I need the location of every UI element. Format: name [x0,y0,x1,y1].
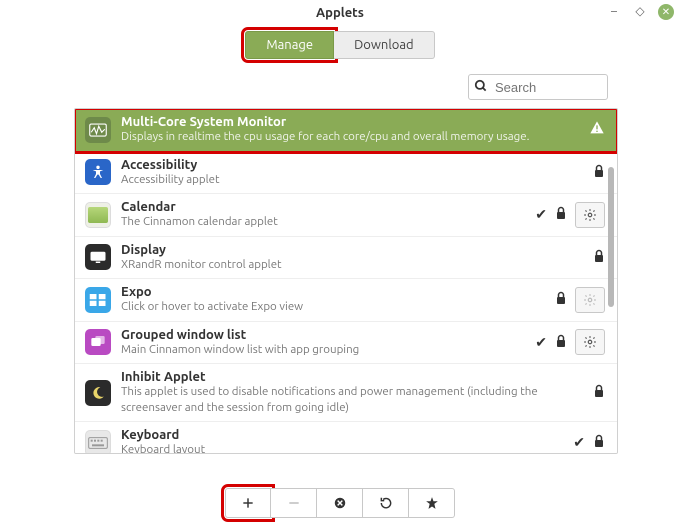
scrollbar[interactable] [608,167,614,437]
applet-row-expo[interactable]: Expo Click or hover to activate Expo vie… [75,279,617,322]
applet-row-grouped[interactable]: Grouped window list Main Cinnamon window… [75,322,617,365]
applet-desc: Click or hover to activate Expo view [121,299,545,315]
applet-row-calendar[interactable]: Calendar The Cinnamon calendar applet ✔ [75,194,617,237]
display-icon [85,244,111,270]
applet-row-keyboard[interactable]: Keyboard Keyboard layout ✔ [75,422,617,454]
remove-button[interactable] [271,488,317,518]
applet-status [593,249,605,266]
maximize-button[interactable]: ◇ [632,4,648,20]
applet-desc: The Cinnamon calendar applet [121,214,525,230]
check-icon: ✔ [535,206,547,223]
search-icon [474,79,488,96]
search-input-wrap [468,74,608,100]
applet-texts: Expo Click or hover to activate Expo vie… [121,285,545,315]
window-title: Applets [316,6,364,20]
applet-desc: Accessibility applet [121,172,583,188]
keyboard-icon [85,430,111,454]
lock-icon [555,334,567,351]
settings-button[interactable] [575,202,605,228]
accessibility-icon [85,159,111,185]
applet-list: Multi-Core System Monitor Displays in re… [74,108,618,454]
applet-row-accessibility[interactable]: Accessibility Accessibility applet [75,152,617,195]
search-input[interactable] [468,74,608,100]
applet-name: Calendar [121,200,525,214]
close-button[interactable]: ✕ [658,4,674,20]
lock-icon [555,206,567,223]
check-icon: ✔ [535,334,547,351]
window-controls: – ◇ ✕ [606,4,674,20]
applet-texts: Accessibility Accessibility applet [121,158,583,188]
applet-name: Inhibit Applet [121,370,583,384]
restore-button[interactable] [363,488,409,518]
applet-desc: Displays in realtime the cpu usage for e… [121,129,579,145]
applet-row-display[interactable]: Display XRandR monitor control applet [75,237,617,280]
applet-name: Keyboard [121,428,563,442]
applet-status: ✔ [535,329,605,355]
grouped-icon [85,329,111,355]
settings-button[interactable] [575,329,605,355]
applet-status [555,287,605,313]
applet-texts: Multi-Core System Monitor Displays in re… [121,115,579,145]
monitor-icon [85,117,111,143]
lock-icon [555,291,567,308]
titlebar: Applets – ◇ ✕ [0,0,680,26]
tab-bar: Manage Download [0,26,680,64]
applet-status [593,384,605,401]
lock-icon [593,249,605,266]
applet-name: Grouped window list [121,328,525,342]
tab-download[interactable]: Download [334,31,435,59]
applet-status [593,164,605,181]
applet-texts: Grouped window list Main Cinnamon window… [121,328,525,358]
applet-texts: Inhibit Applet This applet is used to di… [121,370,583,415]
applet-desc: Keyboard layout [121,442,563,454]
warning-icon [589,120,605,139]
lock-icon [593,384,605,401]
uninstall-button[interactable] [317,488,363,518]
search-bar [0,64,680,108]
applet-name: Display [121,243,583,257]
applet-texts: Keyboard Keyboard layout [121,428,563,454]
add-button[interactable] [225,488,271,518]
scrollbar-thumb[interactable] [608,167,614,307]
applet-row-inhibit[interactable]: Inhibit Applet This applet is used to di… [75,364,617,422]
action-group [225,488,455,518]
inhibit-icon [85,380,111,406]
check-icon: ✔ [573,434,585,451]
lock-icon [593,164,605,181]
settings-button[interactable] [575,287,605,313]
action-bar [0,477,680,529]
applet-status [589,120,605,139]
applet-desc: Main Cinnamon window list with app group… [121,342,525,358]
expo-icon [85,287,111,313]
applet-desc: This applet is used to disable notificat… [121,384,583,415]
about-button[interactable] [409,488,455,518]
applet-desc: XRandR monitor control applet [121,257,583,273]
calendar-icon [85,202,111,228]
applet-name: Accessibility [121,158,583,172]
lock-icon [593,434,605,451]
tab-manage[interactable]: Manage [245,31,334,59]
applet-row-multicore[interactable]: Multi-Core System Monitor Displays in re… [75,109,617,152]
applet-status: ✔ [573,434,605,451]
applet-status: ✔ [535,202,605,228]
minimize-button[interactable]: – [606,4,622,20]
applet-name: Expo [121,285,545,299]
applet-texts: Calendar The Cinnamon calendar applet [121,200,525,230]
applet-texts: Display XRandR monitor control applet [121,243,583,273]
applet-name: Multi-Core System Monitor [121,115,579,129]
